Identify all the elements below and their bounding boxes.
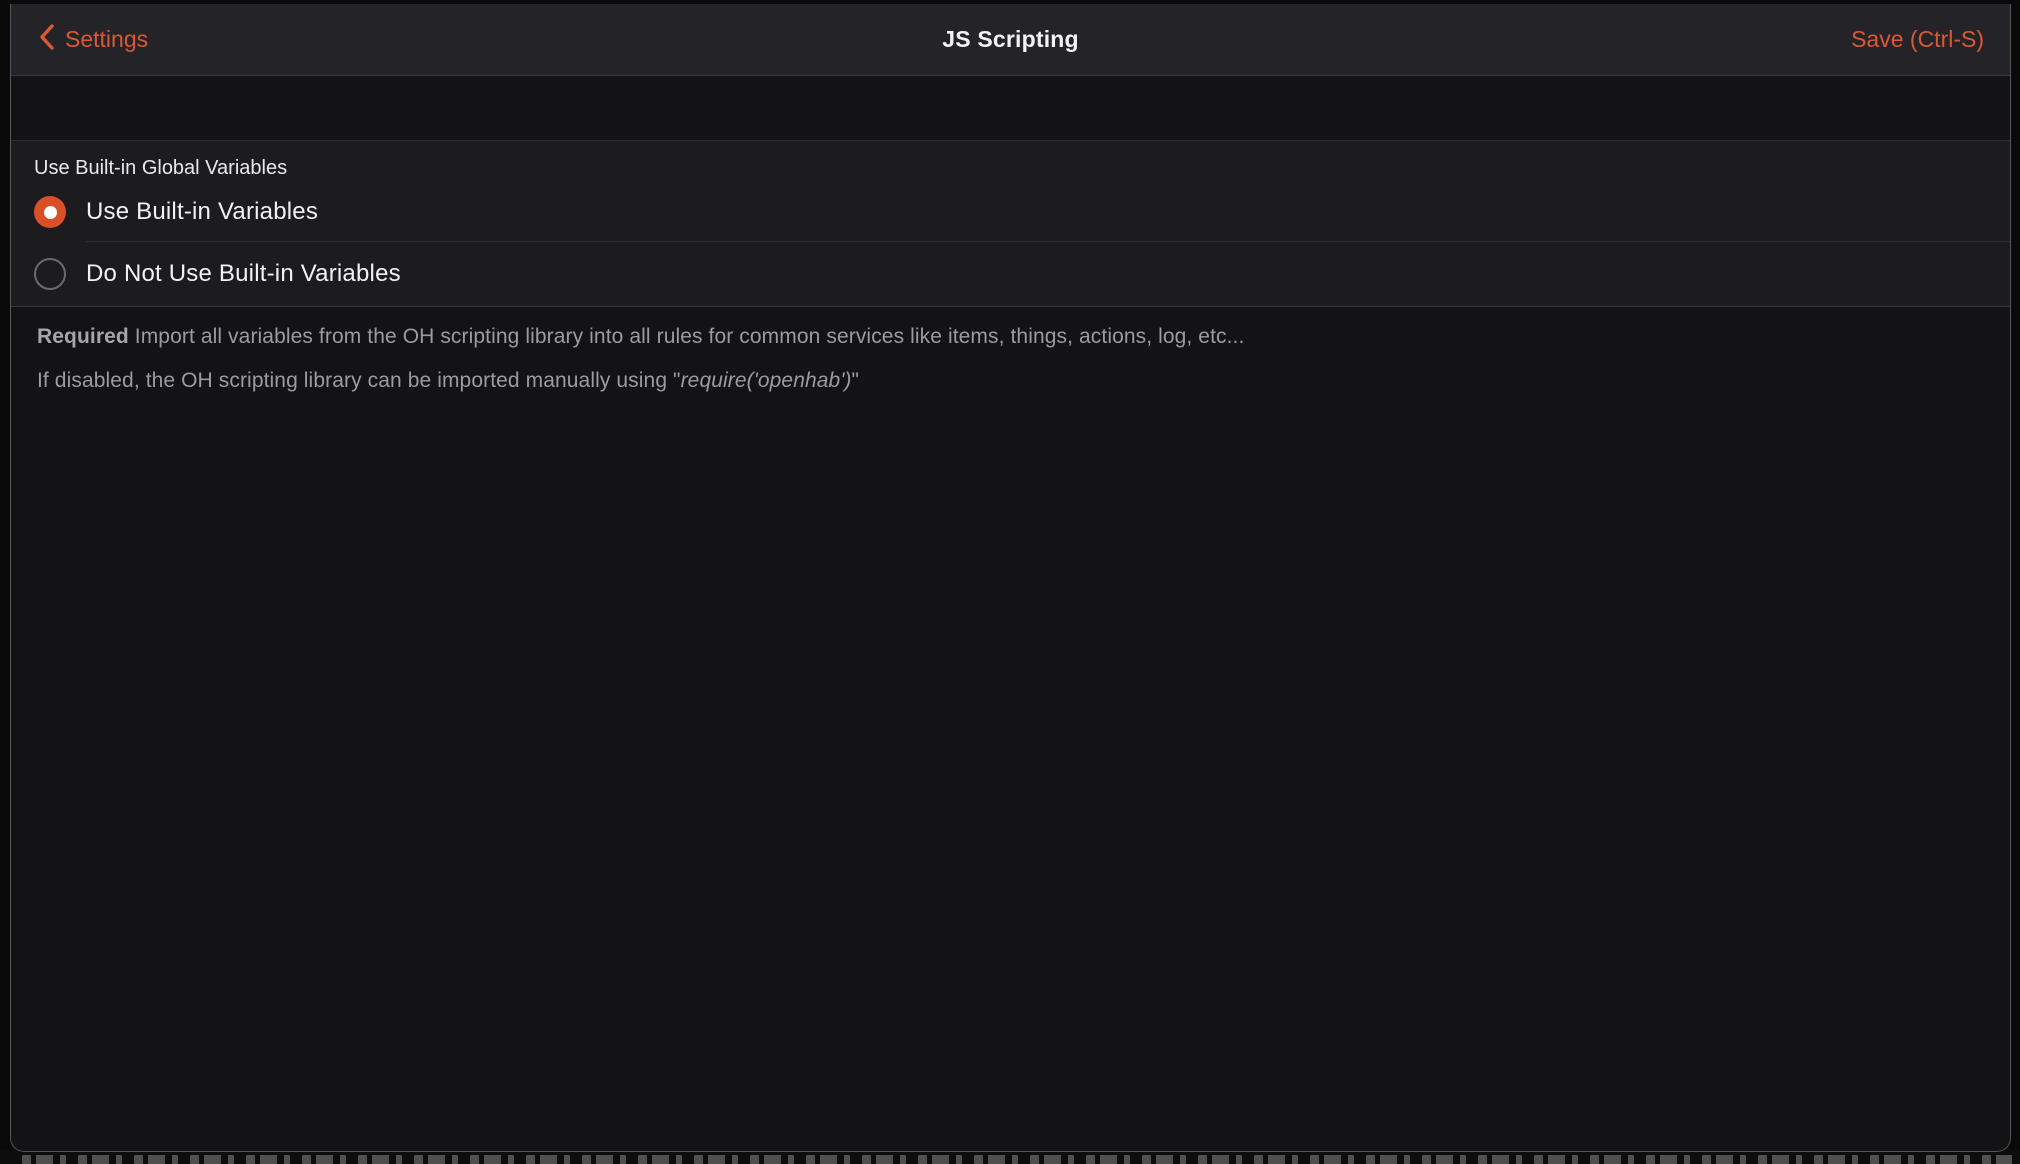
- group-label: Use Built-in Global Variables: [11, 141, 2010, 183]
- background-page-sliver: [0, 1150, 2020, 1164]
- navbar: Settings JS Scripting Save (Ctrl-S): [11, 4, 2010, 76]
- settings-popup: Settings JS Scripting Save (Ctrl-S) Use …: [10, 4, 2011, 1152]
- back-label: Settings: [65, 26, 148, 53]
- radio-option-label: Use Built-in Variables: [86, 198, 318, 226]
- radio-option-use-builtin[interactable]: Use Built-in Variables: [11, 183, 2010, 241]
- description-block: Required Import all variables from the O…: [11, 307, 2010, 403]
- page-title: JS Scripting: [11, 26, 2010, 53]
- description-line-1: Required Import all variables from the O…: [37, 315, 1970, 359]
- radio-option-label: Do Not Use Built-in Variables: [86, 260, 401, 288]
- save-button[interactable]: Save (Ctrl-S): [1851, 26, 1984, 53]
- form-list: Use Built-in Global Variables Use Built-…: [11, 140, 2010, 307]
- background-cutoff-text: [22, 1155, 2012, 1164]
- radio-option-no-builtin[interactable]: Do Not Use Built-in Variables: [11, 242, 2010, 306]
- description-line-2: If disabled, the OH scripting library ca…: [37, 359, 1970, 403]
- required-label: Required: [37, 325, 129, 348]
- radio-unselected-icon[interactable]: [34, 258, 66, 290]
- code-inline: require('openhab'): [681, 369, 852, 392]
- back-button[interactable]: Settings: [37, 21, 148, 59]
- chevron-left-icon: [37, 21, 57, 59]
- radio-selected-icon[interactable]: [34, 196, 66, 228]
- settings-page: Use Built-in Global Variables Use Built-…: [11, 140, 2010, 403]
